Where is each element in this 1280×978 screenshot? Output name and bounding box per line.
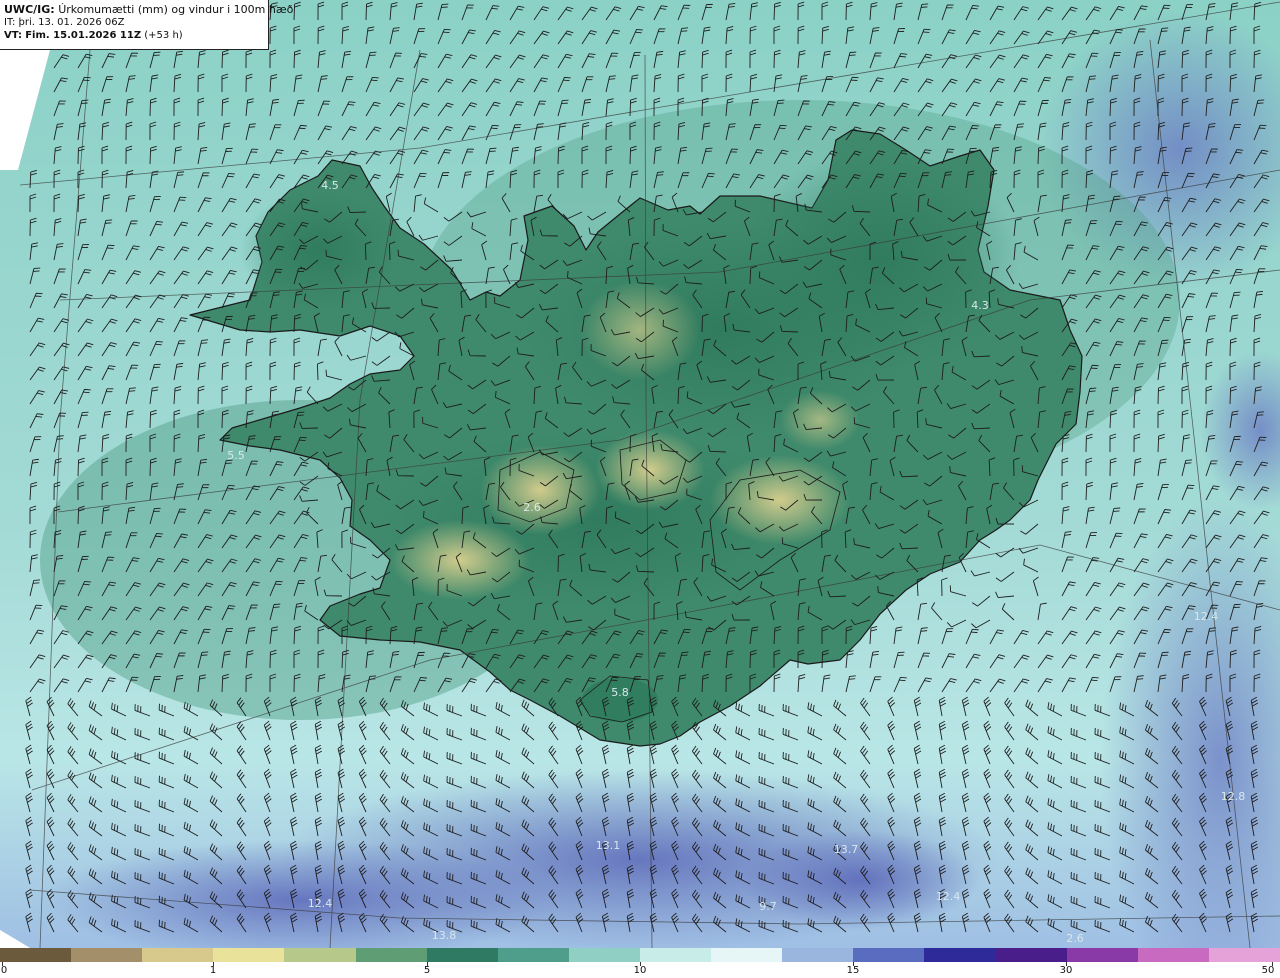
precipitation-map[interactable]: 4.5 4.3 5.5 2.6 5.8 12.4 12.8 13.1 13.7 12.4 9.7 12… [0, 0, 1280, 948]
map-value-label: 2.6 [1066, 932, 1084, 945]
map-value-label: 9.7 [759, 900, 777, 913]
valid-time-row: VT: Fim. 15.01.2026 11Z (+53 h) [4, 29, 264, 42]
colorbar-label: 30 [1059, 965, 1073, 976]
map-value-label: 13.8 [432, 929, 457, 942]
map-value-label: 12.8 [1221, 790, 1246, 803]
colorbar-segment [1137, 948, 1209, 962]
colorbar-segment [924, 948, 996, 962]
colorbar-segment [782, 948, 854, 962]
map-value-label: 13.1 [596, 839, 621, 852]
colorbar-label: 10 [633, 965, 647, 976]
map-value-label: 4.5 [321, 179, 339, 192]
colorbar-segment [426, 948, 498, 962]
map-value-label: 4.3 [971, 299, 989, 312]
colorbar-segment [0, 948, 72, 962]
title-line: UWC/IG: Úrkomumætti (mm) og vindur i 100… [4, 3, 293, 16]
colorbar-segment [568, 948, 640, 962]
map-value-label: 13.7 [834, 843, 859, 856]
colorbar-segment [853, 948, 925, 962]
map-value-label: 2.6 [523, 501, 541, 514]
valid-time: Fim. 15.01.2026 11Z [25, 30, 142, 41]
colorbar-strip [0, 948, 1280, 962]
lead-time: (+53 h) [144, 30, 183, 41]
map-value-label: 12.4 [308, 897, 333, 910]
colorbar-label: 0 [0, 965, 8, 976]
colorbar-label: 1 [209, 965, 217, 976]
map-title: Úrkomumætti (mm) og vindur i 100m hæð [58, 3, 294, 16]
colorbar-segment [142, 948, 214, 962]
colorbar-label: 50 [1261, 965, 1275, 976]
colorbar-segment [1208, 948, 1280, 962]
colorbar-segment [497, 948, 569, 962]
colorbar-label: 5 [423, 965, 431, 976]
colorbar: 0 1 5 10 15 30 50 [0, 948, 1280, 978]
colorbar-segment [71, 948, 143, 962]
map-svg: 4.5 4.3 5.5 2.6 5.8 12.4 12.8 13.1 13.7 12.4 9.7 12… [0, 0, 1280, 948]
colorbar-segment [1066, 948, 1138, 962]
colorbar-segment [639, 948, 712, 962]
map-value-label: 5.5 [227, 449, 245, 462]
vt-prefix: VT: [4, 30, 23, 41]
colorbar-label: 15 [846, 965, 860, 976]
map-value-label: 12.4 [936, 890, 961, 903]
colorbar-segment [995, 948, 1067, 962]
colorbar-segment [213, 948, 285, 962]
info-box: UWC/IG: Úrkomumætti (mm) og vindur i 100… [0, 0, 293, 50]
init-time: IT: þri. 13. 01. 2026 06Z [4, 17, 125, 28]
map-value-label: 5.8 [611, 686, 629, 699]
model-name: UWC/IG: [4, 3, 55, 16]
colorbar-segment [711, 948, 783, 962]
colorbar-segment [284, 948, 356, 962]
map-value-label: 12.4 [1194, 610, 1219, 623]
colorbar-segment [355, 948, 427, 962]
